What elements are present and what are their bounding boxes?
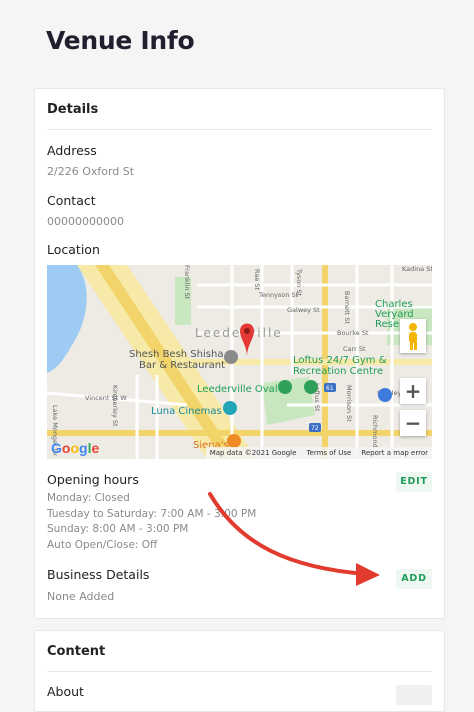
zoom-out-button[interactable]: − — [400, 410, 426, 436]
street-label: Morrison St — [345, 385, 353, 422]
content-title: Content — [47, 644, 106, 659]
terms-link[interactable]: Terms of Use — [306, 449, 351, 457]
hours-line: Auto Open/Close: Off — [47, 538, 158, 551]
street-label: Rae St — [253, 269, 261, 291]
google-logo: Google — [51, 440, 100, 456]
street-view-pegman[interactable] — [400, 319, 426, 353]
poi-icon — [224, 350, 238, 364]
divider — [47, 671, 432, 672]
place-label: Leederville Oval — [197, 384, 278, 395]
poi-icon — [304, 380, 318, 394]
hours-line: Tuesday to Saturday: 7:00 AM - 3:00 PM — [47, 507, 257, 520]
poi-icon — [223, 401, 237, 415]
location-pin-dot — [244, 328, 250, 334]
route-badge-label: 72 — [311, 425, 319, 432]
about-label: About — [47, 684, 84, 699]
place-label: Recreation Centre — [293, 366, 383, 377]
place-label: Shesh Besh Shisha — [129, 349, 223, 360]
poi-icon — [278, 380, 292, 394]
street-label: Kimberley St — [111, 385, 119, 427]
street-label: Kadina St — [402, 265, 432, 273]
street-label: Bourke St — [337, 329, 369, 337]
hours-line: Monday: Closed — [47, 492, 130, 504]
poi-icon — [227, 434, 241, 448]
business-details-label: Business Details — [47, 567, 150, 582]
address-label: Address — [47, 143, 97, 158]
place-label: Loftus 24/7 Gym & — [293, 355, 387, 366]
place-label: Bar & Restaurant — [139, 360, 225, 371]
place-label: Rese — [375, 319, 399, 330]
content-card: Content About — [34, 630, 445, 712]
page-title: Venue Info — [46, 26, 195, 55]
opening-hours-label: Opening hours — [47, 472, 139, 487]
street-label: Tyson St — [295, 268, 303, 296]
location-map[interactable]: Kadina St Tennyson St Galwey St Bourke S… — [47, 265, 432, 459]
street-label: Galwey St — [287, 306, 320, 314]
street-label: Franklin St — [183, 265, 191, 300]
street-label: Vincent St W — [85, 394, 127, 402]
report-map-error-link[interactable]: Report a map error — [361, 449, 428, 457]
details-title: Details — [47, 102, 99, 117]
street-label: Tennyson St — [258, 291, 299, 299]
opening-hours-list: Monday: Closed Tuesday to Saturday: 7:00… — [47, 491, 256, 553]
divider — [47, 129, 432, 130]
place-label: Luna Cinemas — [151, 406, 222, 417]
add-business-details-button[interactable]: ADD — [396, 569, 432, 589]
map-canvas[interactable]: Kadina St Tennyson St Galwey St Bourke S… — [47, 265, 432, 459]
route-badge-label: 61 — [326, 385, 334, 392]
map-data-text: Map data ©2021 Google — [209, 449, 297, 457]
business-details-value: None Added — [47, 590, 115, 603]
zoom-in-button[interactable]: + — [400, 378, 426, 404]
map-footer: Map data ©2021 Google Terms of Use Repor… — [205, 447, 432, 459]
contact-value: 00000000000 — [47, 215, 124, 228]
street-label: Barnett St — [343, 291, 351, 324]
location-label: Location — [47, 242, 100, 257]
street-label: Carr St — [343, 345, 366, 353]
place-label: Leederville — [195, 326, 283, 340]
about-action-button[interactable] — [396, 685, 432, 705]
edit-hours-button[interactable]: EDIT — [396, 472, 432, 492]
details-card: Details Address 2/226 Oxford St Contact … — [34, 88, 445, 619]
address-value: 2/226 Oxford St — [47, 165, 135, 178]
contact-label: Contact — [47, 193, 96, 208]
pegman-icon — [409, 323, 417, 350]
poi-icon — [378, 388, 392, 402]
hours-line: Sunday: 8:00 AM - 3:00 PM — [47, 523, 189, 535]
